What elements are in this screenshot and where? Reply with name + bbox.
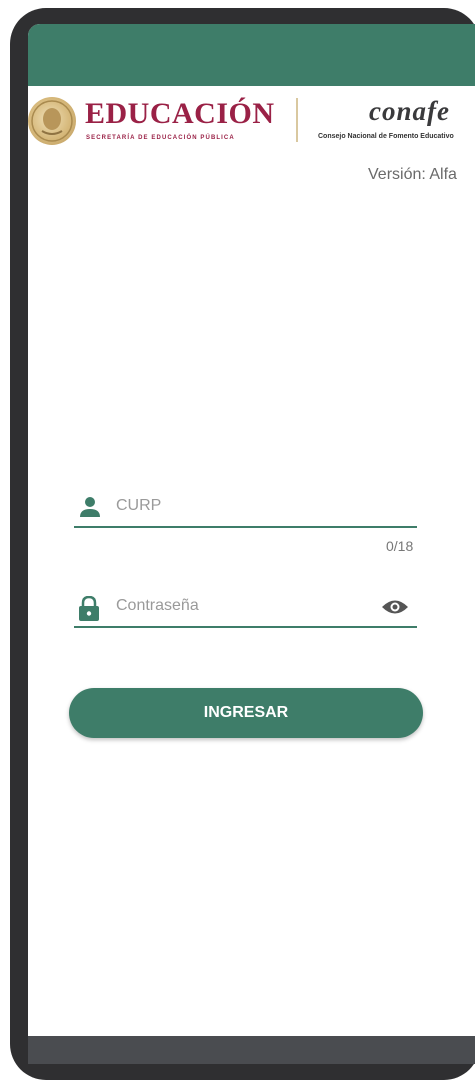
conafe-logo-text: conafe — [369, 96, 450, 126]
education-logo-text: EDUCACIÓN — [85, 97, 275, 130]
person-icon — [78, 496, 102, 523]
app-screen: EDUCACIÓN SECRETARÍA DE EDUCACIÓN PÚBLIC… — [28, 24, 475, 1064]
password-field — [74, 590, 417, 628]
version-label: Versión: Alfa — [368, 166, 457, 183]
password-input[interactable] — [116, 590, 366, 622]
curp-field — [74, 490, 417, 528]
education-logo-subtitle: SECRETARÍA DE EDUCACIÓN PÚBLICA — [86, 135, 235, 141]
status-bar — [28, 24, 475, 86]
national-seal-logo — [28, 97, 76, 145]
login-button[interactable]: INGRESAR — [69, 688, 423, 738]
eye-icon[interactable] — [381, 598, 409, 621]
institution-header: EDUCACIÓN SECRETARÍA DE EDUCACIÓN PÚBLIC… — [28, 90, 475, 152]
navigation-bar — [28, 1036, 475, 1064]
lock-icon — [78, 595, 100, 627]
logo-divider — [296, 98, 298, 142]
conafe-logo-subtitle: Consejo Nacional de Fomento Educativo — [318, 133, 454, 140]
curp-character-counter: 0/18 — [386, 538, 414, 554]
curp-input[interactable] — [116, 490, 366, 522]
